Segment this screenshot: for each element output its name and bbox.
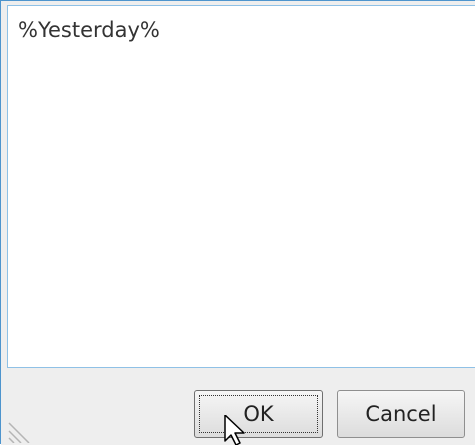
text-input-area[interactable]: %Yesterday%	[7, 5, 475, 368]
dialog-window: %Yesterday% OK Cancel	[0, 0, 475, 445]
ok-button-label: OK	[243, 402, 274, 426]
resize-grip-icon[interactable]	[7, 405, 37, 443]
cancel-button-label: Cancel	[365, 402, 437, 426]
cancel-button[interactable]: Cancel	[337, 390, 465, 438]
ok-button[interactable]: OK	[194, 390, 323, 438]
